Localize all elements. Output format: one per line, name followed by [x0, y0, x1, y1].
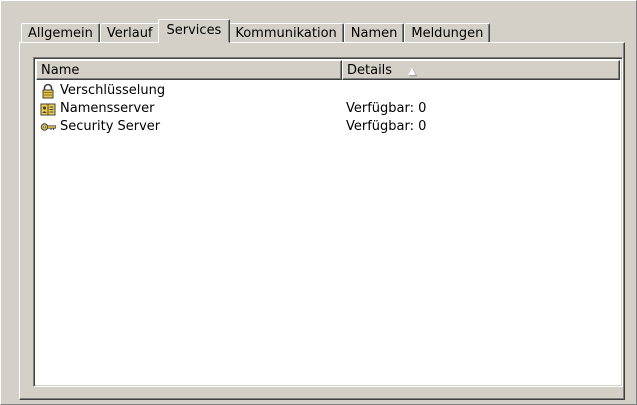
column-header-details-label: Details — [347, 63, 393, 78]
services-list[interactable]: Name Details ▲ Verschlüsselung Namensser… — [33, 57, 623, 387]
column-header-details[interactable]: Details ▲ — [342, 60, 620, 80]
row-name: Verschlüsselung — [60, 83, 166, 98]
row-details — [342, 82, 620, 100]
list-item[interactable]: Verschlüsselung — [36, 82, 620, 100]
list-rows: Verschlüsselung Namensserver Verfügbar: … — [36, 82, 620, 136]
column-header-name-label: Name — [41, 63, 80, 78]
lock-icon — [42, 83, 54, 99]
tab-namen[interactable]: Namen — [343, 23, 405, 43]
tab-allgemein[interactable]: Allgemein — [21, 23, 100, 43]
row-details: Verfügbar: 0 — [346, 119, 427, 134]
row-name: Namensserver — [60, 101, 155, 116]
cell-name: Namensserver — [36, 100, 342, 118]
tab-services[interactable]: Services — [157, 19, 231, 43]
key-icon — [40, 123, 56, 131]
sort-ascending-icon: ▲ — [408, 66, 416, 77]
list-item[interactable]: Security Server Verfügbar: 0 — [36, 118, 620, 136]
row-details: Verfügbar: 0 — [346, 101, 427, 116]
list-header: Name Details ▲ — [36, 60, 620, 80]
tab-kommunikation[interactable]: Kommunikation — [228, 23, 344, 43]
column-header-name[interactable]: Name — [36, 60, 342, 80]
tab-strip: Allgemein Verlauf Services Kommunikation… — [21, 19, 491, 43]
cell-name: Verschlüsselung — [36, 82, 342, 100]
cell-name: Security Server — [36, 118, 342, 136]
row-name: Security Server — [60, 119, 161, 134]
properties-dialog: Allgemein Verlauf Services Kommunikation… — [0, 0, 637, 405]
address-book-icon — [40, 103, 56, 116]
list-item[interactable]: Namensserver Verfügbar: 0 — [36, 100, 620, 118]
tab-meldungen[interactable]: Meldungen — [404, 23, 491, 43]
tab-verlauf[interactable]: Verlauf — [99, 23, 160, 43]
